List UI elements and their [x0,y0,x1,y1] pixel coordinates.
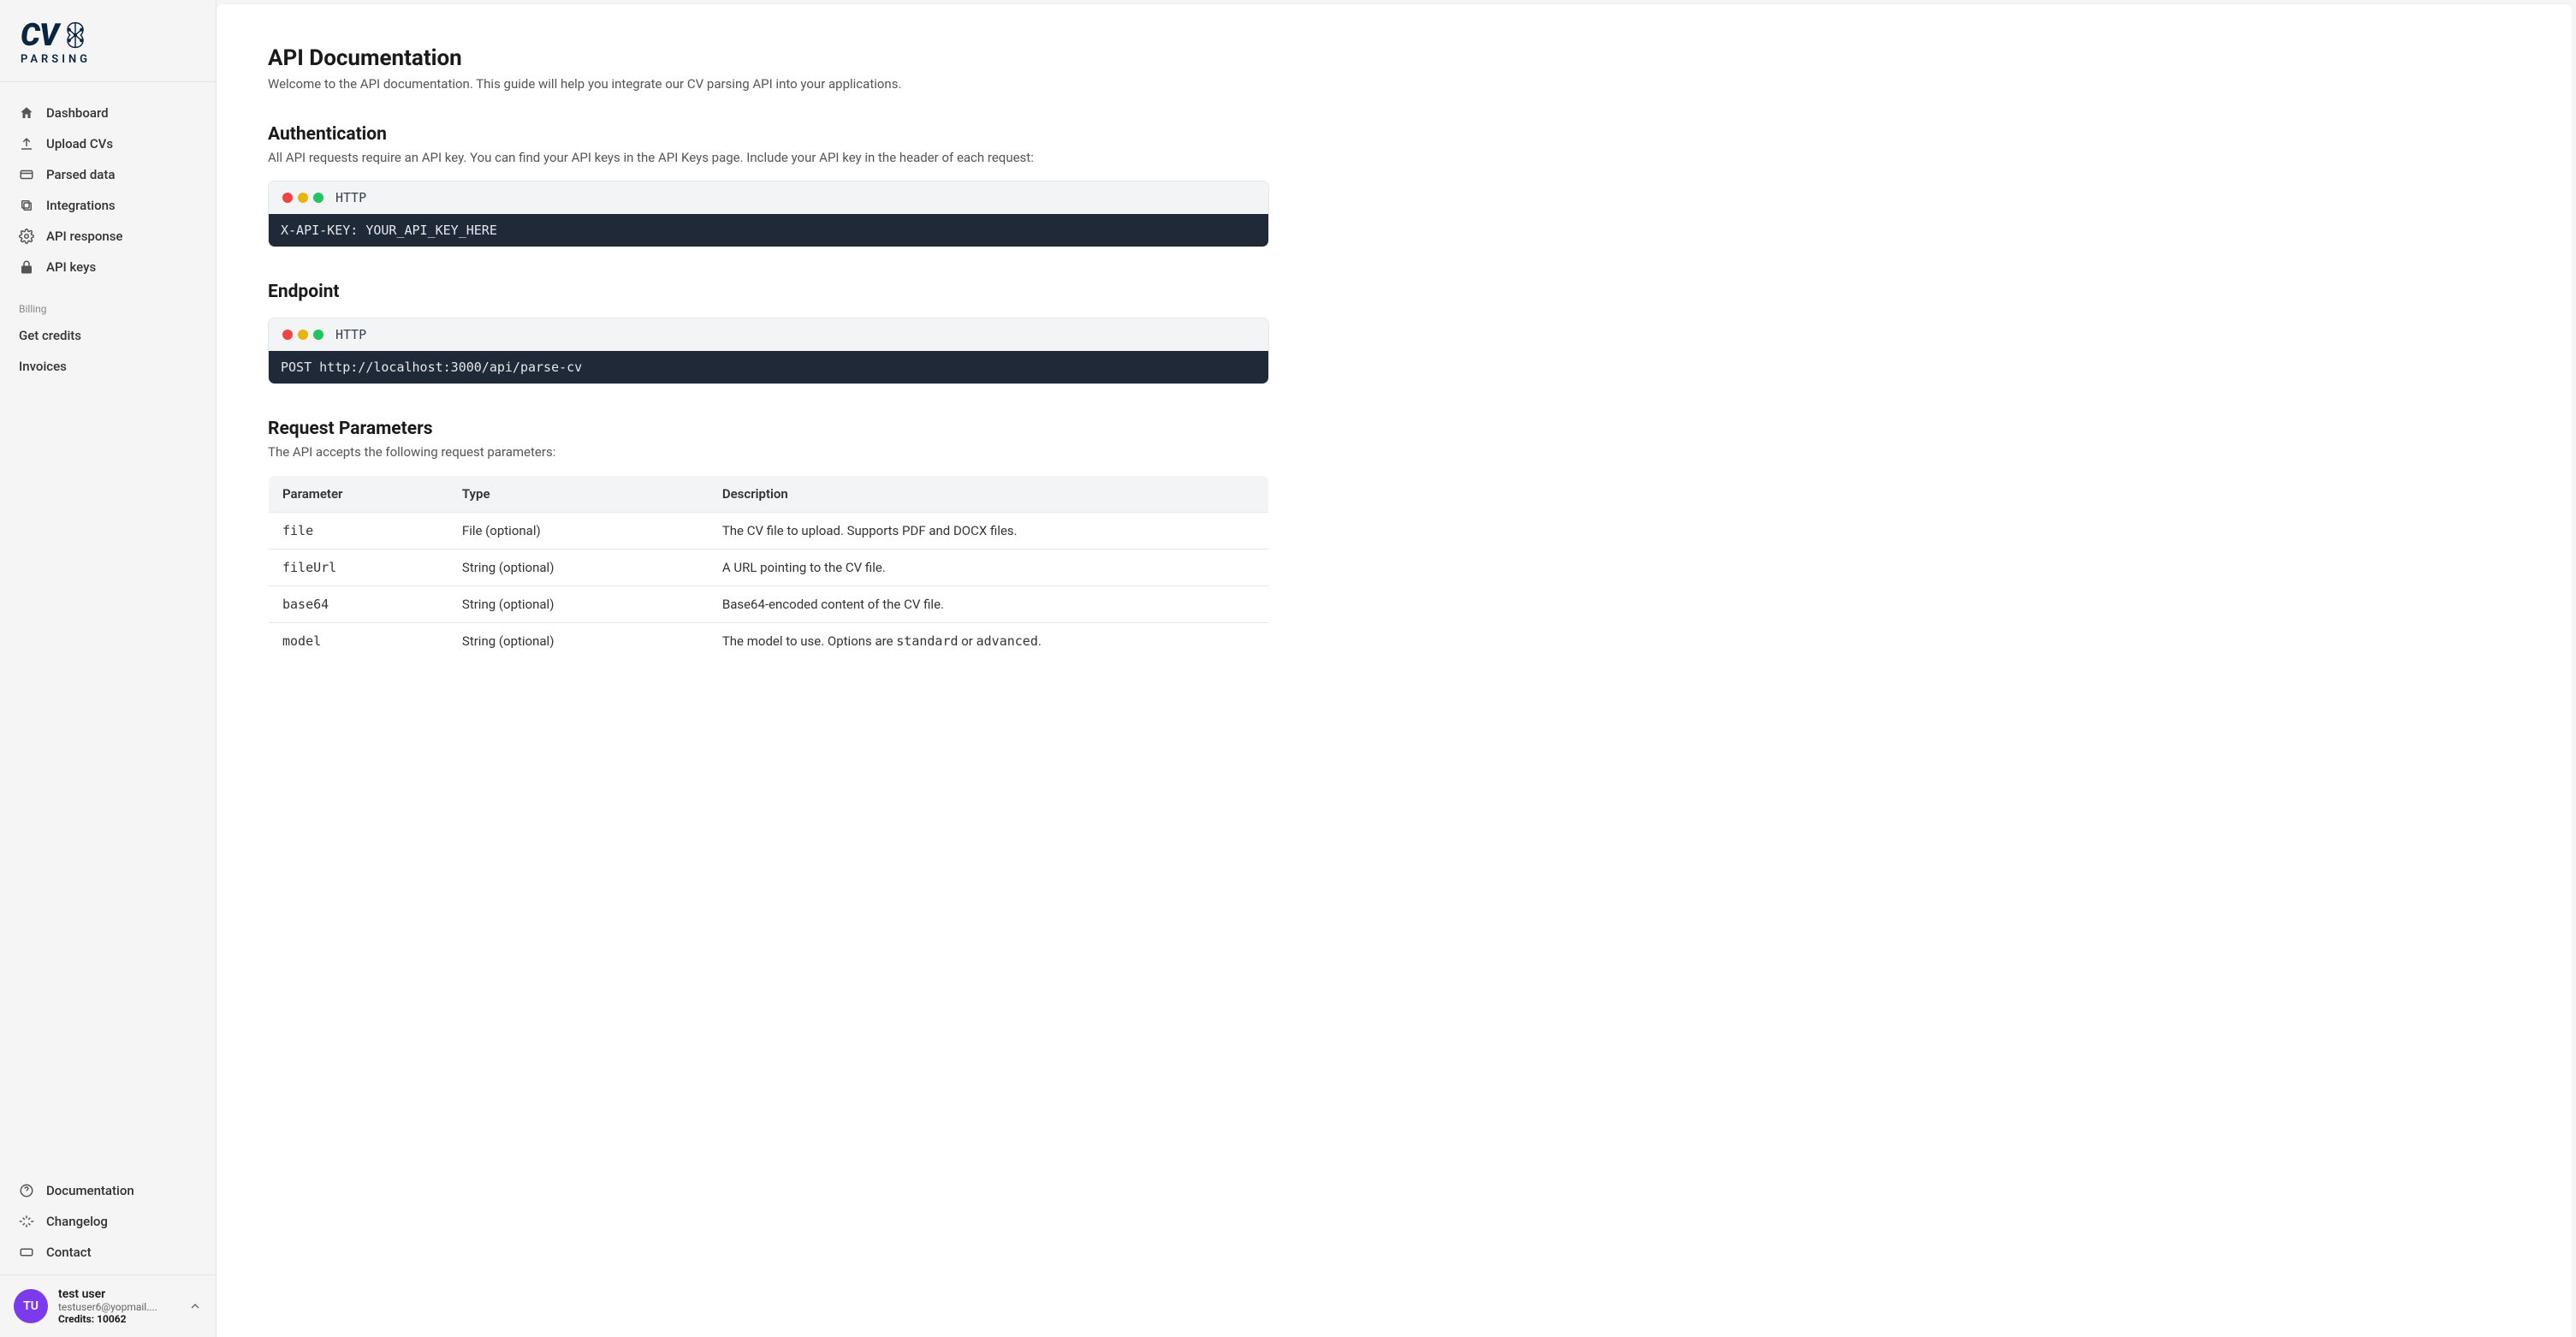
code-header: HTTP [269,181,1268,214]
sidebar-item-invoices[interactable]: Invoices [9,351,207,382]
page-subtitle: Welcome to the API documentation. This g… [268,76,1269,92]
sidebar-item-dashboard[interactable]: Dashboard [9,98,207,128]
code-body[interactable]: POST http://localhost:3000/api/parse-cv [269,351,1268,383]
traffic-lights [282,330,323,340]
user-info: test user testuser6@yopmail.... Credits:… [58,1287,178,1325]
main-nav: Dashboard Upload CVs Parsed data Integra… [0,82,216,397]
traffic-red-icon [282,330,293,340]
auth-code-block: HTTP X-API-KEY: YOUR_API_KEY_HERE [268,181,1269,247]
chevron-up-icon [188,1299,202,1313]
code-language: HTTP [335,327,366,342]
sidebar-item-parsed[interactable]: Parsed data [9,159,207,190]
header-type: Type [448,476,709,513]
param-type: String (optional) [448,550,709,586]
header-parameter: Parameter [269,476,448,513]
avatar: TU [14,1289,48,1323]
sidebar-item-changelog[interactable]: Changelog [9,1206,207,1237]
upload-icon [19,136,34,152]
traffic-lights [282,193,323,203]
home-icon [19,105,34,121]
table-header-row: Parameter Type Description [269,476,1269,513]
auth-description: All API requests require an API key. You… [268,150,1269,165]
brain-icon [60,20,91,51]
param-name: model [269,623,448,660]
help-icon [19,1183,34,1198]
param-desc: A URL pointing to the CV file. [709,550,1269,586]
params-heading: Request Parameters [268,419,1269,439]
page-title: API Documentation [268,45,1269,71]
user-email: testuser6@yopmail.... [58,1301,178,1313]
param-type: String (optional) [448,623,709,660]
param-type: String (optional) [448,586,709,623]
traffic-red-icon [282,193,293,203]
sidebar-item-label: Invoices [19,359,67,374]
param-name: base64 [269,586,448,623]
sidebar-item-upload[interactable]: Upload CVs [9,128,207,159]
table-row: model String (optional) The model to use… [269,623,1269,660]
sidebar-item-label: Contact [46,1245,92,1260]
sidebar-item-label: API response [46,229,122,244]
sidebar-item-label: Get credits [19,328,81,343]
logo[interactable]: CV PARSING [0,0,216,82]
code-language: HTTP [335,190,366,205]
card-icon [19,167,34,182]
billing-section-label: Billing [9,282,207,320]
param-desc: Base64-encoded content of the CV file. [709,586,1269,623]
logo-text: CV [21,17,58,53]
params-table: Parameter Type Description file File (op… [268,475,1269,660]
bottom-nav: Documentation Changelog Contact [0,1175,216,1275]
param-desc: The CV file to upload. Supports PDF and … [709,513,1269,550]
user-menu[interactable]: TU test user testuser6@yopmail.... Credi… [0,1275,216,1337]
ticket-icon [19,1245,34,1260]
sidebar-item-label: Changelog [46,1214,108,1229]
sparkle-icon [19,1214,34,1229]
main-content: API Documentation Welcome to the API doc… [217,4,2572,1337]
param-name: file [269,513,448,550]
param-desc: The model to use. Options are standard o… [709,623,1269,660]
endpoint-heading: Endpoint [268,282,1269,302]
sidebar-item-contact[interactable]: Contact [9,1237,207,1268]
sidebar-item-api-response[interactable]: API response [9,221,207,252]
traffic-green-icon [313,193,323,203]
layers-icon [19,198,34,213]
lock-icon [19,259,34,275]
table-row: file File (optional) The CV file to uplo… [269,513,1269,550]
traffic-green-icon [313,330,323,340]
params-description: The API accepts the following request pa… [268,444,1269,460]
table-row: base64 String (optional) Base64-encoded … [269,586,1269,623]
param-name: fileUrl [269,550,448,586]
logo-subtitle: PARSING [21,53,195,66]
table-row: fileUrl String (optional) A URL pointing… [269,550,1269,586]
header-description: Description [709,476,1269,513]
sidebar-item-documentation[interactable]: Documentation [9,1175,207,1206]
sidebar: CV PARSING Dashboard [0,0,217,1337]
user-name: test user [58,1287,178,1301]
code-header: HTTP [269,318,1268,351]
auth-heading: Authentication [268,124,1269,145]
sidebar-item-label: Documentation [46,1183,134,1198]
endpoint-code-block: HTTP POST http://localhost:3000/api/pars… [268,318,1269,384]
traffic-yellow-icon [298,330,308,340]
sidebar-item-label: Dashboard [46,105,109,121]
sidebar-item-label: API keys [46,259,96,275]
param-type: File (optional) [448,513,709,550]
sidebar-item-label: Upload CVs [46,136,113,152]
traffic-yellow-icon [298,193,308,203]
code-body[interactable]: X-API-KEY: YOUR_API_KEY_HERE [269,214,1268,247]
gear-icon [19,229,34,244]
sidebar-item-get-credits[interactable]: Get credits [9,320,207,351]
sidebar-item-label: Parsed data [46,167,115,182]
sidebar-item-integrations[interactable]: Integrations [9,190,207,221]
sidebar-item-label: Integrations [46,198,116,213]
sidebar-item-api-keys[interactable]: API keys [9,252,207,282]
user-credits: Credits: 10062 [58,1313,178,1325]
